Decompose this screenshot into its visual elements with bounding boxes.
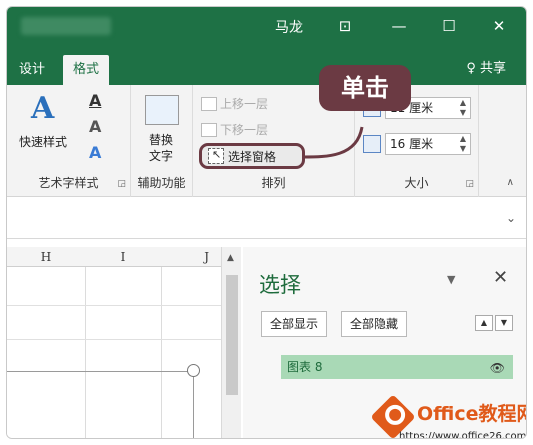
ribbon-display-icon[interactable]: ⊡ <box>331 15 359 37</box>
show-all-button[interactable]: 全部显示 <box>261 311 328 337</box>
size-dialog-launcher-icon[interactable]: ◲ <box>465 179 474 189</box>
maximize-button[interactable]: ☐ <box>435 15 463 37</box>
alt-text-label-1[interactable]: 替换 <box>149 131 173 148</box>
send-backward-label: 下移一层 <box>220 123 269 137</box>
collapse-ribbon-icon[interactable]: ∧ <box>507 177 514 188</box>
vertical-scrollbar[interactable]: ▲ <box>221 247 241 438</box>
expand-formula-bar-icon[interactable]: ⌄ <box>506 211 516 225</box>
scroll-up-icon[interactable]: ▲ <box>227 253 234 263</box>
chart-resize-handle[interactable] <box>187 364 200 377</box>
wordart-quick-styles-icon[interactable]: A <box>31 91 54 126</box>
title-bar: 马龙 ⊡ — ☐ ✕ <box>7 7 526 47</box>
arrange-group-label: 排列 <box>261 176 286 190</box>
width-row: 16 厘米 ▲ ▼ <box>363 133 471 155</box>
send-backward-icon <box>201 122 217 137</box>
move-down-icon[interactable]: ▼ <box>495 315 513 331</box>
pane-options-icon[interactable]: ▼ <box>447 273 455 286</box>
visibility-eye-icon[interactable]: 👁 <box>490 356 505 380</box>
pane-close-icon[interactable]: ✕ <box>493 267 508 288</box>
selection-pane-icon <box>208 148 224 164</box>
tab-design[interactable]: 设计 <box>9 55 55 85</box>
column-header-h[interactable]: H <box>7 247 85 267</box>
width-value: 16 厘米 <box>390 137 434 151</box>
watermark-url: https://www.office26.com <box>399 431 527 439</box>
text-effects-icon[interactable]: A <box>89 143 101 162</box>
bring-forward-label: 上移一层 <box>220 97 269 111</box>
user-name: 马龙 <box>275 20 303 36</box>
wordart-styles-group: A 快速样式 A A A 艺术字样式 ◲ <box>7 85 131 197</box>
watermark: Office教程网 https://www.office26.com <box>370 394 527 439</box>
width-spinner-icon[interactable]: ▲ ▼ <box>460 134 466 154</box>
pane-item-chart[interactable]: 图表 8 👁 <box>281 355 513 379</box>
close-button[interactable]: ✕ <box>485 15 513 37</box>
tab-format[interactable]: 格式 <box>63 55 110 85</box>
height-spinner-icon[interactable]: ▲ ▼ <box>460 98 466 118</box>
scroll-thumb[interactable] <box>226 275 238 395</box>
quick-styles-label[interactable]: 快速样式 <box>19 133 67 150</box>
excel-window: 马龙 ⊡ — ☐ ✕ 设计 格式 ♀ 共享 A 快速样式 A A A 艺术字样式… <box>6 6 527 439</box>
formula-bar[interactable]: ⌄ <box>7 203 526 239</box>
send-backward-button[interactable]: 下移一层 <box>201 121 268 138</box>
bring-forward-icon <box>201 96 217 111</box>
size-group-label: 大小 <box>404 176 429 190</box>
width-icon <box>363 135 381 153</box>
alt-text-icon[interactable] <box>145 95 179 125</box>
text-outline-icon[interactable]: A <box>89 117 101 136</box>
pane-title: 选择 <box>259 273 301 297</box>
selection-pane-label: 选择窗格 <box>228 149 277 164</box>
alt-text-label-2[interactable]: 文字 <box>149 147 173 164</box>
accessibility-group: 替换 文字 辅助功能 <box>131 85 193 197</box>
column-header-i[interactable]: I <box>85 247 161 267</box>
move-up-icon[interactable]: ▲ <box>475 315 493 331</box>
click-callout: 单击 <box>319 65 411 111</box>
watermark-title: Office教程网 <box>417 403 527 425</box>
accessibility-group-label: 辅助功能 <box>137 176 186 190</box>
share-button[interactable]: ♀ 共享 <box>466 57 506 76</box>
blurred-title <box>21 17 111 35</box>
text-fill-icon[interactable]: A <box>89 91 101 110</box>
hide-all-button[interactable]: 全部隐藏 <box>341 311 408 337</box>
bring-forward-button[interactable]: 上移一层 <box>201 95 268 112</box>
selection-pane-button[interactable]: 选择窗格 <box>199 143 305 169</box>
chart-object[interactable] <box>7 371 194 438</box>
worksheet-grid[interactable]: H I J <box>7 247 221 438</box>
ribbon: A 快速样式 A A A 艺术字样式 ◲ 替换 文字 辅助功能 上移一层 下移一… <box>7 85 526 197</box>
dialog-launcher-icon[interactable]: ◲ <box>117 179 126 189</box>
wordart-group-label: 艺术字样式 <box>38 176 99 190</box>
width-field[interactable]: 16 厘米 ▲ ▼ <box>385 133 471 155</box>
pane-item-label: 图表 8 <box>287 360 323 374</box>
ribbon-tabs: 设计 格式 ♀ 共享 <box>7 47 526 85</box>
minimize-button[interactable]: — <box>385 15 413 37</box>
column-header-j[interactable]: J <box>161 247 221 267</box>
